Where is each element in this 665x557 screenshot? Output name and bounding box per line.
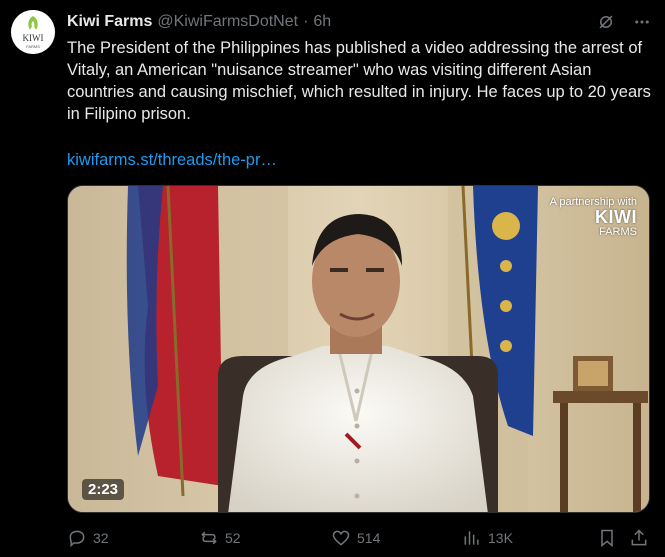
author-handle[interactable]: @KiwiFarmsDotNet bbox=[157, 13, 298, 31]
views-button[interactable]: 13K bbox=[462, 528, 513, 548]
reply-button[interactable]: 32 bbox=[67, 528, 109, 548]
video-player[interactable]: A partnership with KIWI FARMS 2:23 bbox=[67, 185, 650, 513]
bookmark-icon bbox=[601, 529, 613, 548]
share-button[interactable] bbox=[629, 528, 649, 548]
tweet-header: Kiwi Farms @KiwiFarmsDotNet · 6h bbox=[67, 12, 653, 32]
more-options-icon[interactable] bbox=[631, 11, 653, 33]
avatar[interactable]: KIWI FARMS bbox=[11, 10, 55, 54]
author-display-name[interactable]: Kiwi Farms bbox=[67, 13, 152, 31]
repost-icon bbox=[201, 531, 217, 545]
avatar-text: KIWI bbox=[23, 33, 44, 43]
tweet-text: The President of the Philippines has pub… bbox=[67, 39, 651, 123]
bookmark-button[interactable] bbox=[597, 528, 617, 548]
repost-count: 52 bbox=[225, 530, 241, 546]
tweet-link[interactable]: kiwifarms.st/threads/the-pr… bbox=[67, 149, 277, 171]
header-separator: · bbox=[303, 13, 309, 30]
like-button[interactable]: 514 bbox=[331, 528, 380, 548]
analytics-icon bbox=[464, 531, 479, 545]
tweet-time[interactable]: 6h bbox=[313, 13, 331, 31]
repost-button[interactable]: 52 bbox=[199, 528, 241, 548]
reply-count: 32 bbox=[93, 530, 109, 546]
views-count: 13K bbox=[488, 530, 513, 546]
like-count: 514 bbox=[357, 530, 381, 546]
reply-icon bbox=[69, 530, 85, 548]
avatar-subtext: FARMS bbox=[26, 44, 40, 49]
header-actions bbox=[595, 11, 653, 33]
tweet-actions: 32 52 514 13K bbox=[67, 526, 657, 550]
video-watermark: A partnership with KIWI FARMS bbox=[550, 196, 637, 238]
grok-icon[interactable] bbox=[595, 11, 617, 33]
kiwi-farms-logo-icon: KIWI FARMS bbox=[11, 10, 55, 54]
watermark-sub: FARMS bbox=[599, 226, 637, 238]
watermark-brand: KIWI bbox=[595, 207, 637, 227]
video-duration: 2:23 bbox=[82, 479, 125, 500]
heart-icon bbox=[332, 530, 350, 546]
share-icon bbox=[631, 529, 647, 546]
